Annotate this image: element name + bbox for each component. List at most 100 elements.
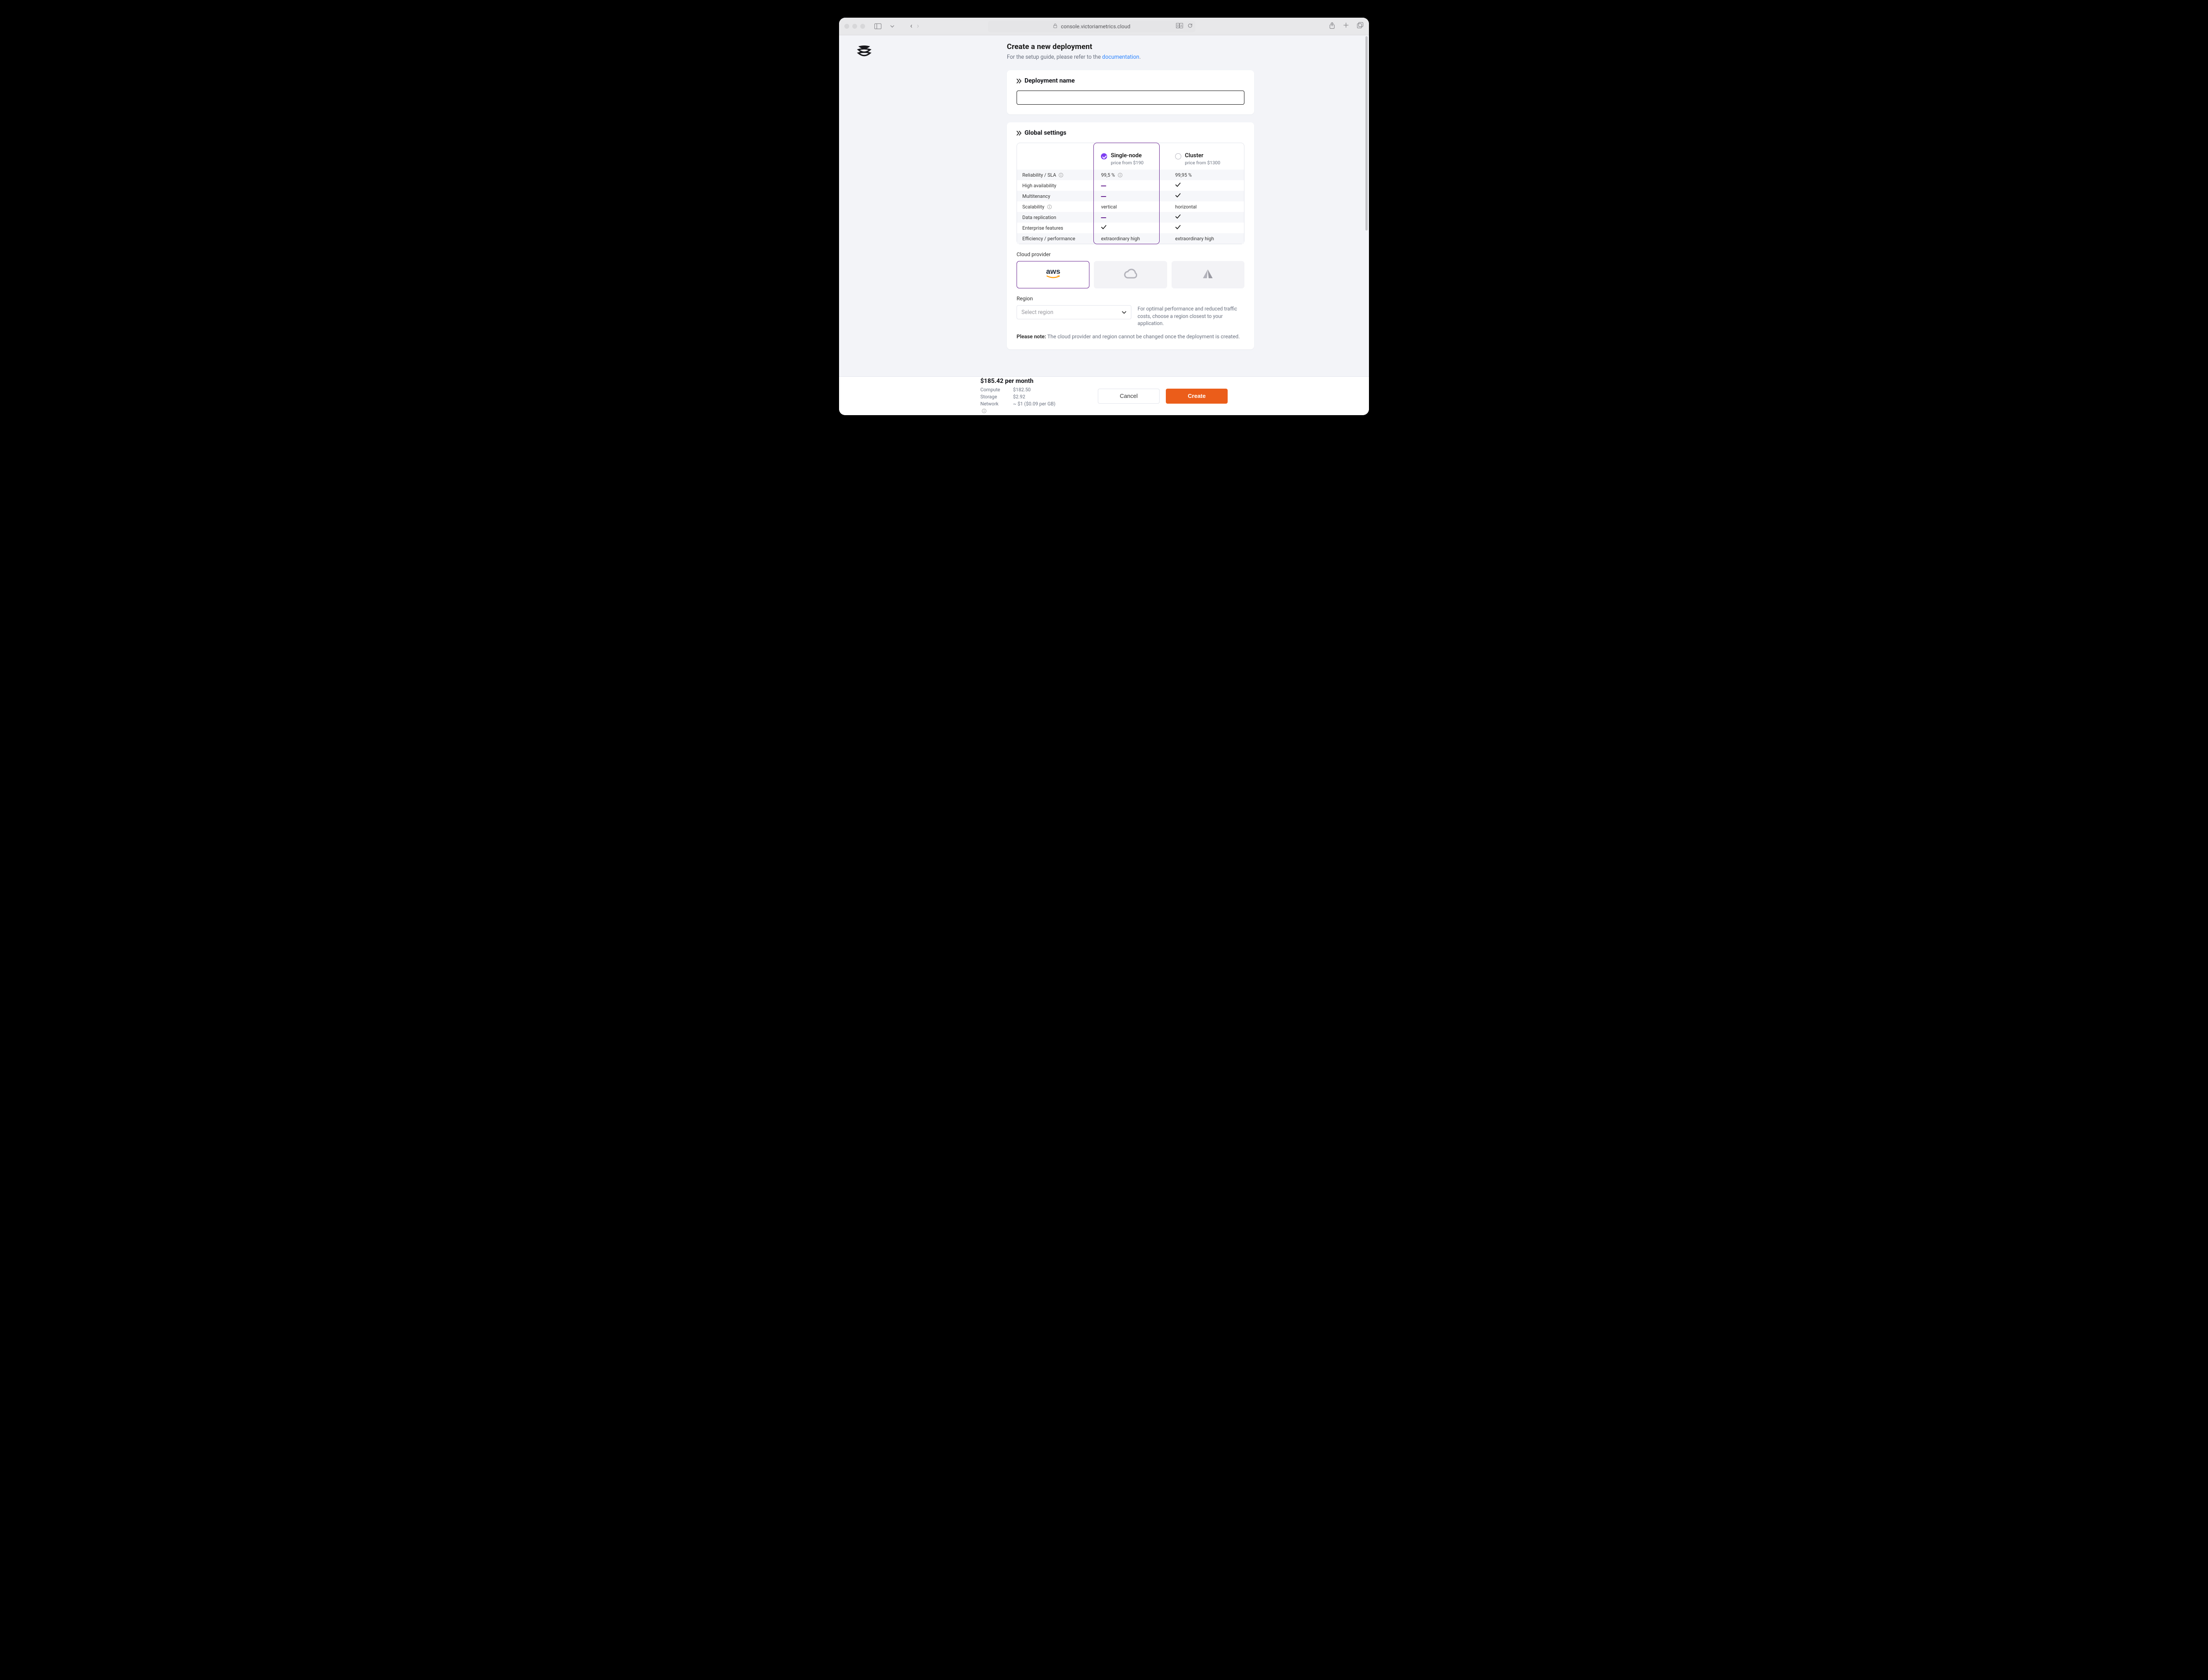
plan-row-label: Data replication <box>1017 212 1096 223</box>
aws-logo-icon: aws <box>1041 267 1065 283</box>
plan-cell <box>1170 180 1244 191</box>
double-chevron-icon <box>1017 131 1022 136</box>
section-heading: Deployment name <box>1017 77 1244 84</box>
provider-azure[interactable] <box>1172 261 1244 288</box>
cost-line-storage: Storage$2.92 <box>980 394 1055 401</box>
browser-window: ‹ › console.victoriametrics.cloud 文A <box>839 18 1369 415</box>
dash-icon <box>1101 196 1106 197</box>
plan-cell <box>1096 212 1170 223</box>
check-icon <box>1175 193 1181 198</box>
nav-forward-icon[interactable]: › <box>917 23 919 30</box>
radio-icon <box>1175 153 1181 159</box>
check-icon <box>1175 214 1181 219</box>
chevron-down-icon <box>1122 309 1127 316</box>
plan-row-label: High availability <box>1017 180 1096 191</box>
plan-row-label: Reliability / SLA <box>1017 170 1096 180</box>
plan-row-ent: Enterprise features <box>1017 223 1244 233</box>
plan-row-label: Efficiency / performance <box>1017 233 1096 244</box>
cancel-button[interactable]: Cancel <box>1098 389 1160 404</box>
reader-icon[interactable]: 文A <box>1176 23 1183 30</box>
tabs-icon[interactable] <box>1357 22 1364 31</box>
traffic-close[interactable] <box>844 24 849 29</box>
vm-logo-icon[interactable] <box>856 43 873 60</box>
dash-icon <box>1101 185 1106 186</box>
plan-row-eff: Efficiency / performanceextraordinary hi… <box>1017 233 1244 244</box>
plan-cell <box>1096 180 1170 191</box>
plan-cell: horizontal <box>1170 201 1244 212</box>
check-icon <box>1101 225 1107 230</box>
section-title: Global settings <box>1025 129 1066 136</box>
gcp-logo-icon <box>1124 268 1137 281</box>
reload-icon[interactable] <box>1187 23 1193 30</box>
create-button[interactable]: Create <box>1166 389 1228 404</box>
url-text: console.victoriametrics.cloud <box>1061 23 1130 30</box>
plan-cell: vertical <box>1096 201 1170 212</box>
scrollbar-thumb[interactable] <box>1365 36 1368 231</box>
browser-chrome: ‹ › console.victoriametrics.cloud 文A <box>839 18 1369 35</box>
plan-option-single-node[interactable]: Single-nodeprice from $190 <box>1096 143 1170 170</box>
region-label: Region <box>1017 295 1244 302</box>
plan-row-ha: High availability <box>1017 180 1244 191</box>
page-subtitle: For the setup guide, please refer to the… <box>1007 54 1254 61</box>
share-icon[interactable] <box>1329 22 1335 31</box>
app-sidebar <box>839 35 892 415</box>
documentation-link[interactable]: documentation <box>1102 54 1139 61</box>
plan-cell: 99,95 % <box>1170 170 1244 180</box>
azure-logo-icon <box>1202 269 1214 281</box>
cost-line-network: Network ~ $1 ($0.09 per GB) <box>980 401 1055 415</box>
plan-cell: extraordinary high <box>1170 233 1244 244</box>
scrollbar-track <box>1365 36 1368 375</box>
deployment-name-card: Deployment name <box>1007 70 1254 114</box>
dash-icon <box>1101 217 1106 218</box>
radio-icon <box>1101 153 1107 159</box>
sidebar-toggle-icon[interactable] <box>873 22 883 31</box>
plan-cell: extraordinary high <box>1096 233 1170 244</box>
cost-summary: $185.42 per month Compute$182.50Storage$… <box>980 378 1055 415</box>
plan-row-label: Multitenancy <box>1017 191 1096 201</box>
svg-text:文: 文 <box>1176 24 1180 28</box>
nav-back-icon[interactable]: ‹ <box>910 23 912 30</box>
info-icon[interactable] <box>1118 173 1123 178</box>
section-heading: Global settings <box>1017 129 1244 136</box>
plan-cell <box>1170 191 1244 201</box>
traffic-zoom[interactable] <box>860 24 865 29</box>
section-title: Deployment name <box>1025 77 1075 84</box>
url-bar[interactable]: console.victoriametrics.cloud 文A <box>988 21 1195 32</box>
check-icon <box>1175 182 1181 187</box>
dropdown-chevron-icon[interactable] <box>887 22 897 31</box>
lock-icon <box>1053 23 1057 30</box>
traffic-minimize[interactable] <box>852 24 857 29</box>
cloud-provider-label: Cloud provider <box>1017 251 1244 257</box>
plan-row-mt: Multitenancy <box>1017 191 1244 201</box>
svg-text:aws: aws <box>1046 267 1060 276</box>
plan-option-cluster[interactable]: Clusterprice from $1300 <box>1170 143 1244 170</box>
plan-cell <box>1096 191 1170 201</box>
region-select[interactable]: Select region <box>1017 305 1131 319</box>
check-icon <box>1175 225 1181 230</box>
info-icon[interactable] <box>1059 173 1063 178</box>
footer-bar: $185.42 per month Compute$182.50Storage$… <box>839 376 1369 415</box>
provider-aws[interactable]: aws <box>1017 261 1089 288</box>
double-chevron-icon <box>1017 79 1022 83</box>
region-help-text: For optimal performance and reduced traf… <box>1138 305 1244 327</box>
region-note: Please note: The cloud provider and regi… <box>1017 333 1244 340</box>
info-icon[interactable] <box>1047 204 1052 209</box>
plan-row-repl: Data replication <box>1017 212 1244 223</box>
plan-row-label: Scalability <box>1017 201 1096 212</box>
plan-comparison: Single-nodeprice from $190Clusterprice f… <box>1017 143 1244 244</box>
deployment-name-input[interactable] <box>1017 91 1244 105</box>
plan-row-sla: Reliability / SLA 99,5 % 99,95 % <box>1017 170 1244 180</box>
cost-total: $185.42 per month <box>980 378 1055 385</box>
traffic-lights <box>844 24 865 29</box>
info-icon[interactable] <box>982 409 987 413</box>
plan-cell <box>1096 223 1170 233</box>
new-tab-icon[interactable] <box>1343 22 1349 31</box>
plan-row-label: Enterprise features <box>1017 223 1096 233</box>
region-placeholder: Select region <box>1021 309 1053 316</box>
cost-line-compute: Compute$182.50 <box>980 386 1055 394</box>
svg-text:A: A <box>1180 24 1183 28</box>
plan-cell <box>1170 212 1244 223</box>
plan-row-scal: Scalability verticalhorizontal <box>1017 201 1244 212</box>
provider-gcp[interactable] <box>1094 261 1167 288</box>
plan-cell <box>1170 223 1244 233</box>
